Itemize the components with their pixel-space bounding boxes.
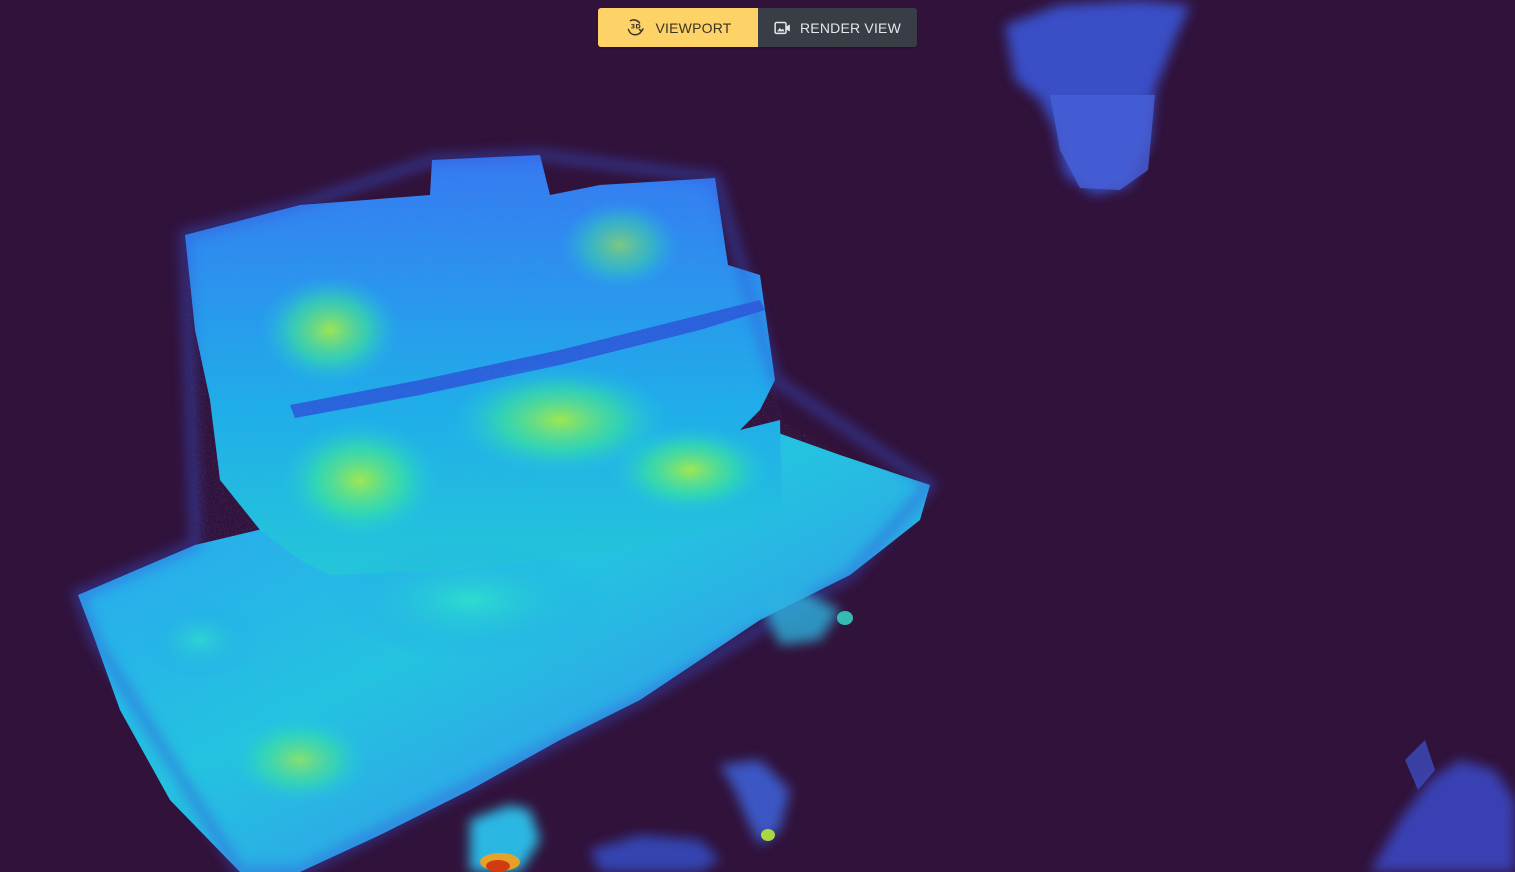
viewport-tab[interactable]: 3D VIEWPORT xyxy=(598,8,758,47)
camera-image-icon xyxy=(774,21,790,34)
reconstructed-shelf xyxy=(71,149,938,872)
point-cloud-render[interactable] xyxy=(0,0,1515,872)
render-view-tab-label: RENDER VIEW xyxy=(800,19,901,36)
svg-text:3D: 3D xyxy=(631,22,642,30)
view-mode-toggle: 3D VIEWPORT RENDER VIEW xyxy=(598,8,917,47)
render-view-tab[interactable]: RENDER VIEW xyxy=(758,8,917,47)
3d-rotate-icon: 3D xyxy=(628,18,645,35)
far-object-bottom-right xyxy=(1370,740,1515,872)
3d-viewport[interactable]: 3D VIEWPORT RENDER VIEW xyxy=(0,0,1515,872)
far-object-top-right xyxy=(1005,0,1190,195)
viewport-tab-label: VIEWPORT xyxy=(655,19,732,36)
